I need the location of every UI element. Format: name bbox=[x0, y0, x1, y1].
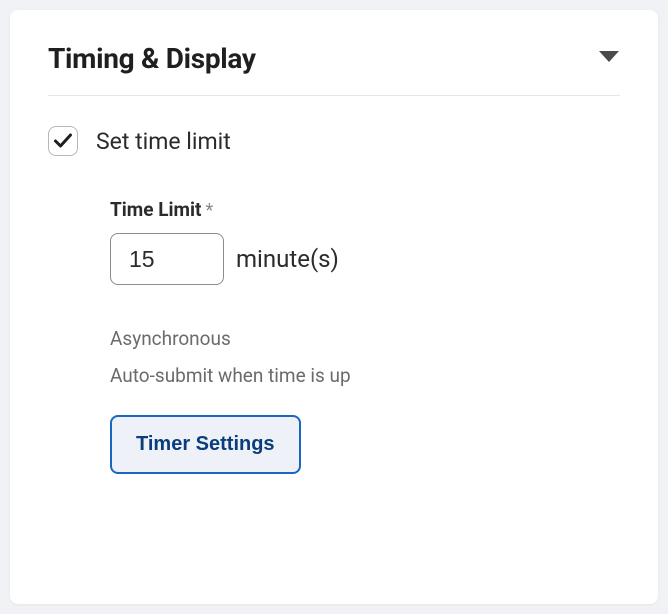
auto-submit-text: Auto-submit when time is up bbox=[110, 364, 620, 387]
set-time-limit-row: Set time limit bbox=[48, 126, 620, 156]
chevron-down-icon bbox=[598, 49, 620, 68]
time-limit-field-label: Time Limit bbox=[110, 198, 201, 221]
time-limit-unit: minute(s) bbox=[236, 245, 339, 273]
timer-settings-button[interactable]: Timer Settings bbox=[110, 415, 301, 474]
set-time-limit-label: Set time limit bbox=[96, 128, 231, 155]
timing-display-panel: Timing & Display Set time limit Time Lim… bbox=[10, 10, 658, 604]
required-indicator: * bbox=[205, 200, 213, 221]
time-limit-input-row: minute(s) bbox=[110, 233, 620, 285]
mode-text: Asynchronous bbox=[110, 327, 620, 350]
set-time-limit-checkbox[interactable] bbox=[48, 126, 78, 156]
time-limit-details: Time Limit * minute(s) Asynchronous Auto… bbox=[110, 198, 620, 474]
section-header[interactable]: Timing & Display bbox=[48, 42, 620, 96]
time-limit-input[interactable] bbox=[110, 233, 224, 285]
time-limit-label-row: Time Limit * bbox=[110, 198, 620, 221]
section-title: Timing & Display bbox=[48, 42, 256, 75]
